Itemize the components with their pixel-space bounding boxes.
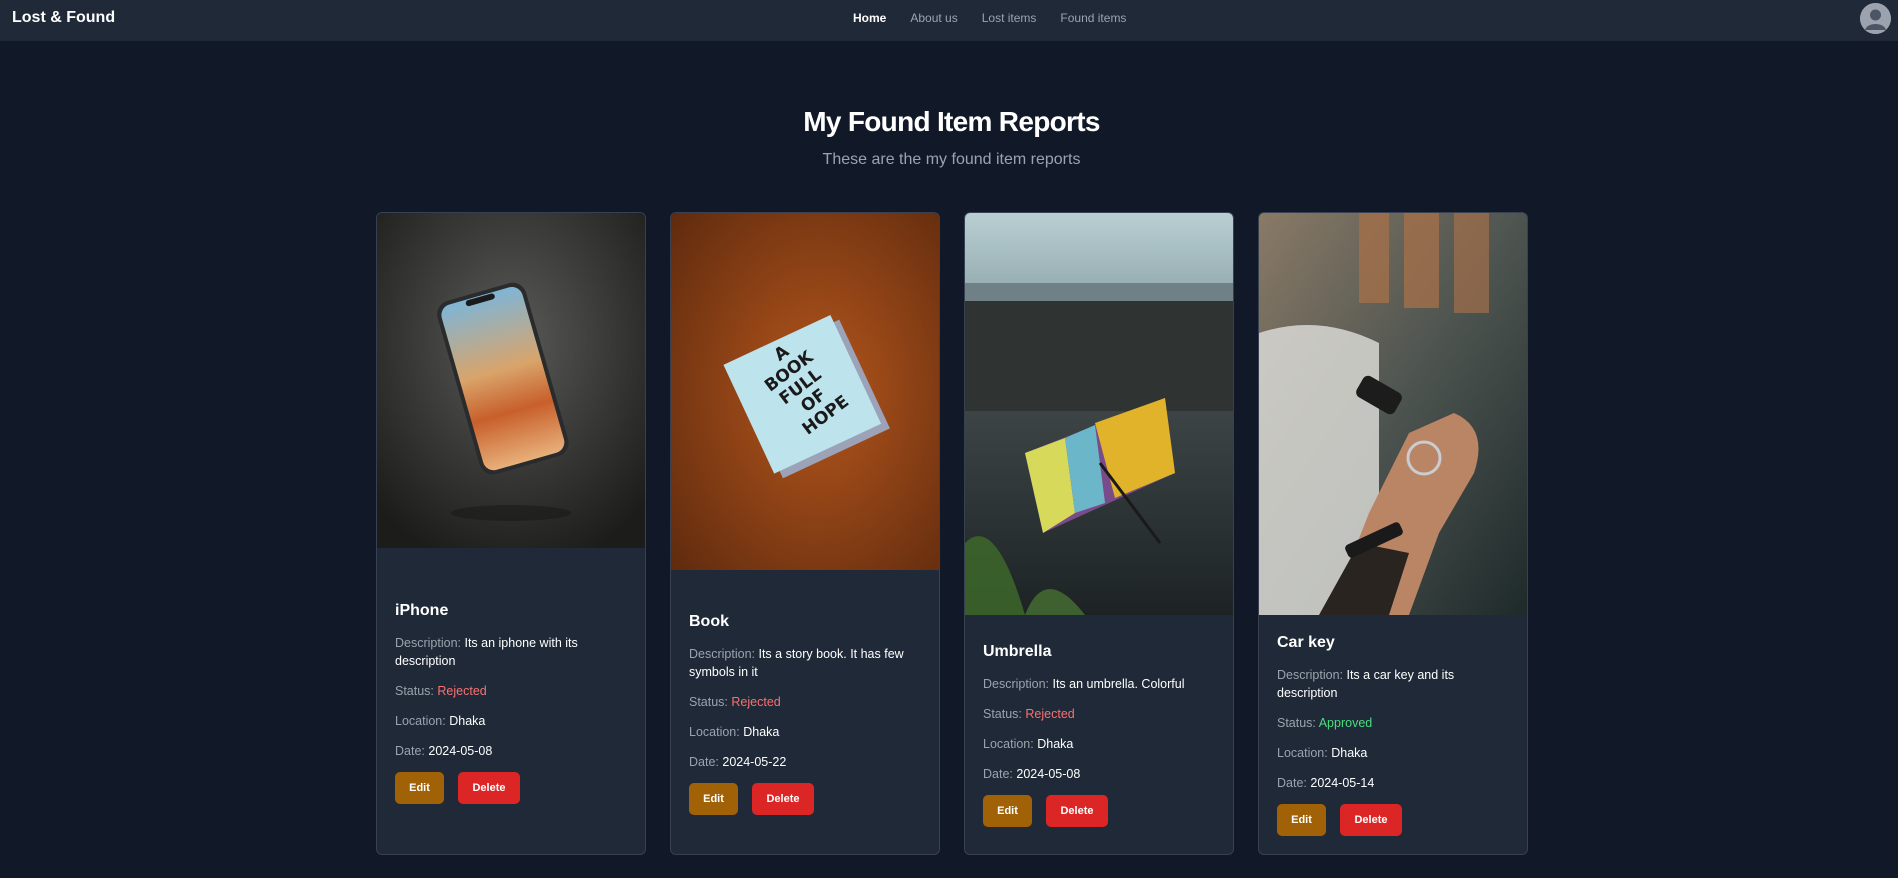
card-body: Umbrella Description: Its an umbrella. C…	[983, 643, 1219, 827]
status-value: Approved	[1318, 716, 1373, 730]
nav-link-lost-items[interactable]: Lost items	[982, 11, 1037, 25]
location-label: Location:	[689, 725, 740, 739]
card-body: Car key Description: Its a car key and i…	[1277, 634, 1513, 836]
location-label: Location:	[983, 737, 1034, 751]
status-value: Rejected	[1025, 707, 1075, 721]
card-actions: Edit Delete	[983, 795, 1219, 827]
description-value: Its an umbrella. Colorful	[1052, 677, 1185, 691]
card-actions: Edit Delete	[1277, 804, 1513, 836]
umbrella-photo	[965, 213, 1233, 615]
description-field: Description: Its an umbrella. Colorful	[983, 675, 1219, 693]
user-avatar-icon[interactable]	[1860, 3, 1891, 34]
page-title: My Found Item Reports	[803, 106, 1100, 137]
car-key-photo	[1259, 213, 1527, 615]
item-card-book: A BOOK FULL OF HOPE Book Description: It…	[670, 212, 940, 855]
nav-link-about[interactable]: About us	[910, 11, 957, 25]
location-value: Dhaka	[449, 714, 486, 728]
nav-link-found-items[interactable]: Found items	[1060, 11, 1126, 25]
date-value: 2024-05-14	[1310, 776, 1375, 790]
location-field: Location: Dhaka	[1277, 744, 1513, 762]
status-field: Status: Approved	[1277, 714, 1513, 732]
location-field: Location: Dhaka	[983, 735, 1219, 753]
location-value: Dhaka	[743, 725, 780, 739]
location-label: Location:	[1277, 746, 1328, 760]
date-field: Date: 2024-05-22	[689, 753, 925, 771]
delete-button[interactable]: Delete	[1340, 804, 1402, 836]
edit-button[interactable]: Edit	[1277, 804, 1326, 836]
delete-button[interactable]: Delete	[1046, 795, 1108, 827]
status-label: Status:	[983, 707, 1022, 721]
edit-button[interactable]: Edit	[395, 772, 444, 804]
date-field: Date: 2024-05-08	[395, 742, 631, 760]
status-label: Status:	[395, 684, 434, 698]
date-value: 2024-05-08	[428, 744, 493, 758]
card-title: Book	[689, 613, 729, 630]
card-actions: Edit Delete	[689, 783, 925, 815]
item-card-umbrella: Umbrella Description: Its an umbrella. C…	[964, 212, 1234, 855]
description-field: Description: Its a car key and its descr…	[1277, 666, 1513, 702]
description-label: Description:	[395, 636, 461, 650]
nav-link-home[interactable]: Home	[853, 11, 886, 25]
navbar: Lost & Found Home About us Lost items Fo…	[0, 0, 1898, 41]
item-card-car-key: Car key Description: Its a car key and i…	[1258, 212, 1528, 855]
status-value: Rejected	[437, 684, 487, 698]
location-label: Location:	[395, 714, 446, 728]
item-card-iphone: iPhone Description: Its an iphone with i…	[376, 212, 646, 855]
status-field: Status: Rejected	[689, 693, 925, 711]
location-value: Dhaka	[1331, 746, 1368, 760]
book-photo: A BOOK FULL OF HOPE	[671, 213, 939, 570]
date-field: Date: 2024-05-14	[1277, 774, 1513, 792]
date-value: 2024-05-22	[722, 755, 787, 769]
date-label: Date:	[395, 744, 425, 758]
date-label: Date:	[689, 755, 719, 769]
date-label: Date:	[983, 767, 1013, 781]
card-title: iPhone	[395, 602, 449, 619]
location-value: Dhaka	[1037, 737, 1074, 751]
card-actions: Edit Delete	[395, 772, 631, 804]
location-field: Location: Dhaka	[395, 712, 631, 730]
date-field: Date: 2024-05-08	[983, 765, 1219, 783]
page-subtitle: These are the my found item reports	[822, 151, 1081, 168]
status-value: Rejected	[731, 695, 781, 709]
date-label: Date:	[1277, 776, 1307, 790]
edit-button[interactable]: Edit	[983, 795, 1032, 827]
nav-links: Home About us Lost items Found items	[853, 11, 1126, 25]
card-body: iPhone Description: Its an iphone with i…	[395, 602, 631, 804]
card-body: Book Description: Its a story book. It h…	[689, 613, 925, 815]
location-field: Location: Dhaka	[689, 723, 925, 741]
edit-button[interactable]: Edit	[689, 783, 738, 815]
phone-photo	[377, 213, 645, 548]
delete-button[interactable]: Delete	[458, 772, 520, 804]
card-title: Umbrella	[983, 643, 1052, 660]
status-label: Status:	[1277, 716, 1316, 730]
description-label: Description:	[1277, 668, 1343, 682]
description-label: Description:	[689, 647, 755, 661]
date-value: 2024-05-08	[1016, 767, 1081, 781]
description-field: Description: Its an iphone with its desc…	[395, 634, 631, 670]
description-field: Description: Its a story book. It has fe…	[689, 645, 925, 681]
delete-button[interactable]: Delete	[752, 783, 814, 815]
status-label: Status:	[689, 695, 728, 709]
brand-logo[interactable]: Lost & Found	[12, 9, 115, 27]
card-title: Car key	[1277, 634, 1335, 651]
status-field: Status: Rejected	[983, 705, 1219, 723]
status-field: Status: Rejected	[395, 682, 631, 700]
description-label: Description:	[983, 677, 1049, 691]
